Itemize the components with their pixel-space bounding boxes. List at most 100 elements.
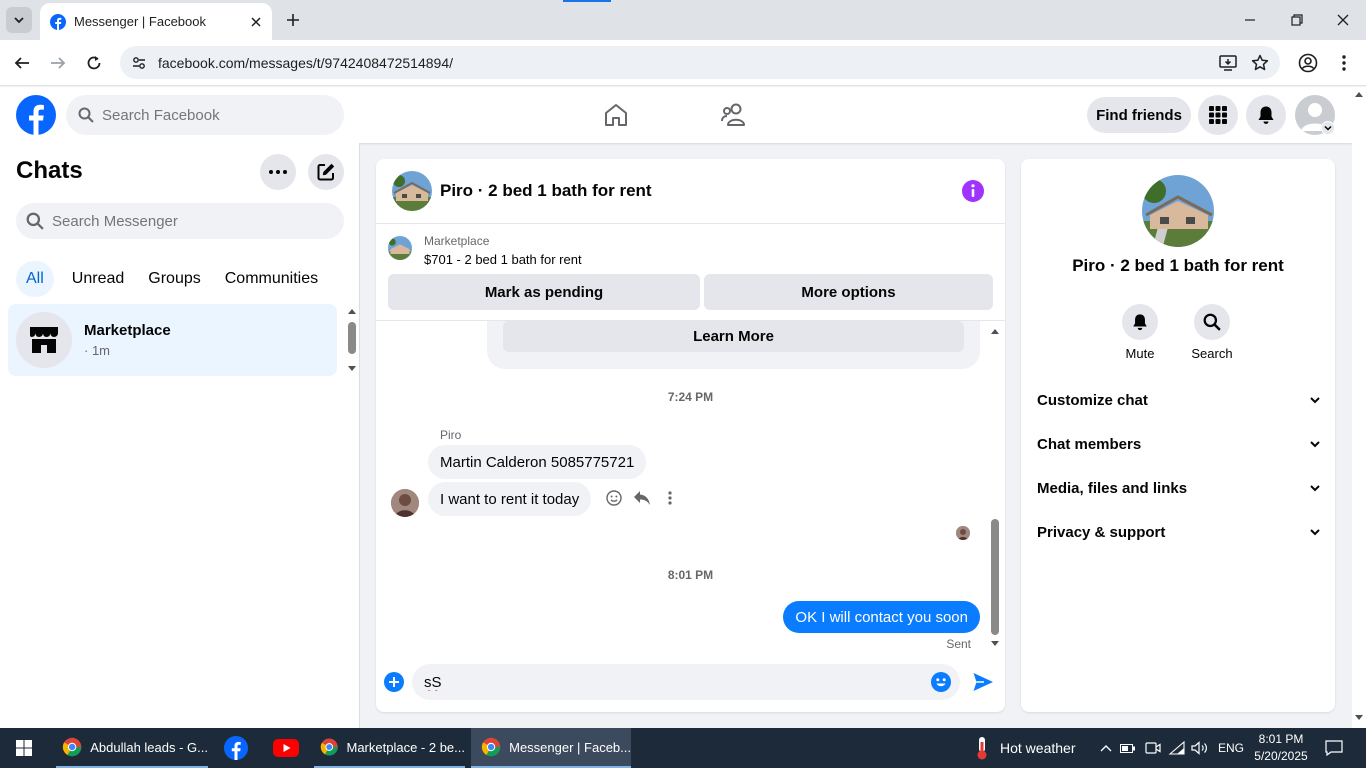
tab-unread[interactable]: Unread bbox=[62, 261, 134, 297]
address-bar[interactable]: facebook.com/messages/t/9742408472514894… bbox=[120, 46, 1280, 79]
start-button[interactable] bbox=[0, 728, 48, 768]
input-language[interactable]: ENG bbox=[1218, 728, 1244, 768]
mark-as-pending-button[interactable]: Mark as pending bbox=[388, 274, 700, 310]
section-label: Chat members bbox=[1037, 435, 1142, 453]
chevron-down-icon bbox=[1310, 397, 1320, 404]
find-friends-button[interactable]: Find friends bbox=[1087, 97, 1191, 133]
minimize-icon bbox=[1245, 19, 1255, 21]
conversation-info-icon[interactable] bbox=[961, 179, 985, 203]
outgoing-message-bubble[interactable]: OK I will contact you soon bbox=[783, 601, 980, 633]
account-circle-icon bbox=[1298, 53, 1318, 73]
messenger-search-input[interactable] bbox=[52, 212, 252, 230]
battery-icon bbox=[1120, 744, 1135, 753]
listing-thumbnail[interactable] bbox=[388, 236, 412, 260]
sender-avatar[interactable] bbox=[391, 489, 419, 517]
forward-button[interactable] bbox=[47, 52, 69, 74]
browser-tab-messenger[interactable]: Messenger | Facebook bbox=[40, 3, 272, 40]
home-nav-button[interactable] bbox=[600, 99, 632, 131]
listing-photo-avatar[interactable] bbox=[392, 171, 432, 211]
tab-all[interactable]: All bbox=[16, 261, 54, 297]
browser-menu-button[interactable] bbox=[1332, 51, 1356, 75]
site-info-icon[interactable] bbox=[128, 52, 150, 74]
facebook-search-input[interactable] bbox=[102, 106, 302, 124]
taskbar-item-chrome-marketplace[interactable]: Marketplace - 2 be... bbox=[314, 728, 465, 768]
facebook-logo-icon[interactable] bbox=[16, 95, 56, 135]
search-in-conversation-button[interactable] bbox=[1194, 304, 1230, 340]
emoji-icon[interactable] bbox=[930, 671, 952, 693]
speaker-icon bbox=[1191, 741, 1207, 755]
page-scrollbar[interactable] bbox=[1352, 87, 1366, 728]
section-label: Customize chat bbox=[1037, 391, 1148, 409]
facebook-search-box[interactable] bbox=[66, 95, 344, 135]
reply-button[interactable] bbox=[632, 488, 652, 508]
weather-widget[interactable]: Hot weather bbox=[972, 728, 1084, 768]
message-composer bbox=[376, 659, 1005, 709]
conversation-title[interactable]: Piro · 2 bed 1 bath for rent bbox=[440, 181, 961, 201]
chats-options-button[interactable] bbox=[260, 154, 296, 190]
message-more-button[interactable] bbox=[660, 488, 680, 508]
thread-timestamp: 8:01 PM bbox=[667, 568, 714, 582]
messenger-search-box[interactable] bbox=[16, 203, 344, 239]
chevron-down-icon bbox=[1310, 441, 1320, 448]
close-window-button[interactable] bbox=[1333, 10, 1353, 30]
more-options-button[interactable]: More options bbox=[704, 274, 993, 310]
system-clock[interactable]: 8:01 PM 5/20/2025 bbox=[1252, 731, 1310, 765]
sidebar-scrollbar[interactable] bbox=[346, 306, 358, 374]
account-menu-chevron-icon bbox=[1321, 121, 1335, 135]
close-tab-icon[interactable] bbox=[248, 14, 264, 30]
mute-action[interactable]: Mute bbox=[1110, 304, 1170, 361]
conversation-panel: Piro · 2 bed 1 bath for rent Marketplace… bbox=[376, 159, 1005, 712]
taskbar-item-chrome-messenger[interactable]: Messenger | Faceb... bbox=[471, 728, 631, 768]
thread-scrollbar[interactable] bbox=[988, 325, 1002, 651]
taskbar-item-youtube[interactable] bbox=[264, 728, 308, 768]
grid-menu-icon bbox=[1209, 106, 1227, 124]
network-tray-icon[interactable] bbox=[1167, 738, 1187, 758]
notification-center-button[interactable] bbox=[1323, 738, 1345, 758]
menu-grid-button[interactable] bbox=[1198, 95, 1238, 135]
battery-tray-icon[interactable] bbox=[1119, 738, 1139, 758]
weather-text: Hot weather bbox=[1000, 740, 1076, 756]
thread-timestamp: 7:24 PM bbox=[667, 390, 714, 404]
meet-now-tray-icon[interactable] bbox=[1143, 738, 1163, 758]
tab-groups[interactable]: Groups bbox=[138, 261, 210, 297]
tab-communities[interactable]: Communities bbox=[215, 261, 328, 297]
taskbar-item-chrome-leads[interactable]: Abdullah leads - G... bbox=[56, 728, 208, 768]
section-chat-members[interactable]: Chat members bbox=[1037, 424, 1321, 464]
chat-list-item-marketplace[interactable]: Marketplace · 1m bbox=[8, 304, 337, 376]
taskbar-item-facebook[interactable] bbox=[216, 728, 256, 768]
incoming-message-bubble[interactable]: Martin Calderon 5085775721 bbox=[428, 445, 647, 479]
restore-button[interactable] bbox=[1287, 10, 1307, 30]
profile-button[interactable] bbox=[1296, 51, 1320, 75]
react-button[interactable] bbox=[604, 488, 624, 508]
minimize-button[interactable] bbox=[1240, 10, 1260, 30]
message-input-box[interactable] bbox=[412, 664, 960, 700]
listing-title[interactable]: $701 - 2 bed 1 bath for rent bbox=[424, 252, 582, 267]
volume-tray-icon[interactable] bbox=[1190, 738, 1210, 758]
search-action[interactable]: Search bbox=[1182, 304, 1242, 361]
mute-button[interactable] bbox=[1122, 304, 1158, 340]
new-tab-button[interactable] bbox=[282, 9, 304, 31]
add-attachment-icon[interactable] bbox=[384, 672, 404, 692]
new-message-button[interactable] bbox=[308, 154, 344, 190]
reload-button[interactable] bbox=[83, 52, 105, 74]
bell-icon bbox=[1133, 314, 1147, 331]
install-app-icon[interactable] bbox=[1216, 51, 1240, 75]
chat-details-panel: Piro · 2 bed 1 bath for rent Mute Search… bbox=[1021, 159, 1335, 712]
bookmark-star-icon[interactable] bbox=[1248, 51, 1272, 75]
section-privacy-support[interactable]: Privacy & support bbox=[1037, 512, 1321, 552]
listing-profile-photo[interactable] bbox=[1142, 175, 1214, 247]
back-button[interactable] bbox=[11, 52, 33, 74]
section-customize-chat[interactable]: Customize chat bbox=[1037, 380, 1321, 420]
learn-more-button[interactable]: Learn More bbox=[503, 321, 964, 352]
tab-search-button[interactable] bbox=[6, 7, 32, 33]
friends-nav-button[interactable] bbox=[719, 99, 751, 131]
incoming-message-bubble[interactable]: I want to rent it today bbox=[428, 482, 592, 516]
section-media-files-links[interactable]: Media, files and links bbox=[1037, 468, 1321, 508]
show-hidden-icons-button[interactable] bbox=[1096, 738, 1116, 758]
message-input[interactable] bbox=[424, 673, 930, 691]
search-icon bbox=[78, 107, 94, 123]
chevron-down-icon bbox=[1310, 529, 1320, 536]
notifications-button[interactable] bbox=[1246, 95, 1286, 135]
search-icon bbox=[1203, 313, 1221, 331]
send-icon[interactable] bbox=[972, 671, 994, 693]
